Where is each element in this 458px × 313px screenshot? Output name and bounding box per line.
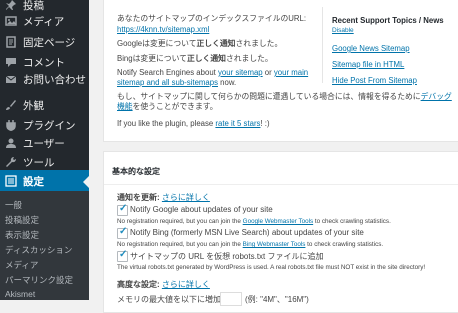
menu-label: ツール: [23, 156, 55, 169]
rate-plugin-text: If you like the plugin, please rate it 5…: [117, 119, 270, 128]
menu-item-pages[interactable]: 固定ページ: [0, 31, 89, 53]
support-topics-box: Recent Support Topics / News Disable Goo…: [322, 7, 458, 85]
submenu-item-general[interactable]: 一般: [5, 199, 22, 211]
settings-icon: [4, 174, 18, 188]
submenu-item-media[interactable]: メディア: [5, 259, 38, 271]
sitemap-url-link[interactable]: https://4knn.tv/sitemap.xml: [117, 25, 209, 34]
menu-label: 外観: [23, 99, 44, 112]
menu-label: メディア: [23, 15, 65, 28]
topic-link[interactable]: Sitemap file in HTML: [332, 60, 404, 69]
notify-bing-label: Notify Bing (formerly MSN Live Search) a…: [130, 228, 364, 237]
update-notify-label: 通知を更新: さらに詳しく: [117, 193, 210, 202]
notify-google-note: No registration required, but you can jo…: [117, 218, 391, 225]
topic-link[interactable]: Google News Sitemap: [332, 44, 410, 53]
memory-limit-input[interactable]: [220, 292, 242, 306]
google-webmaster-tools-link[interactable]: Google Webmaster Tools: [243, 218, 313, 225]
google-notified-text: Googleは変更について正しく通知されました。: [117, 39, 283, 48]
menu-item-settings[interactable]: 設定: [0, 170, 89, 192]
menu-label: ユーザー: [23, 137, 65, 150]
notify-google-label: Notify Google about updates of your site: [130, 205, 273, 214]
menu-item-contact[interactable]: お問い合わせ: [0, 68, 89, 90]
check-icon: ✓: [119, 226, 128, 237]
menu-item-appearance[interactable]: 外観: [0, 94, 89, 116]
page-icon: [4, 35, 18, 49]
robots-txt-label: サイトマップの URL を仮想 robots.txt ファイルに追加: [130, 252, 324, 261]
admin-sidebar: 投稿 メディア 固定ページ コメント お問い合わせ 外観 プラグイン ユーザー …: [0, 0, 89, 300]
plugin-icon: [4, 118, 18, 132]
submenu-item-discussion[interactable]: ディスカッション: [5, 244, 72, 256]
user-icon: [4, 136, 18, 150]
submenu-item-akismet[interactable]: Akismet: [5, 289, 35, 299]
bing-notified-text: Bingは変更について正しく通知されました。: [117, 54, 273, 63]
notify-bing-checkbox[interactable]: ✓: [117, 226, 128, 239]
advanced-settings-label: 高度な設定: さらに詳しく: [117, 280, 210, 289]
topic-link[interactable]: Hide Post From Sitemap: [332, 76, 417, 85]
mail-icon: [4, 72, 18, 86]
menu-label: 設定: [23, 175, 44, 188]
menu-label: お問い合わせ: [23, 73, 86, 86]
rate-link[interactable]: rate it 5 stars: [215, 119, 260, 128]
bing-webmaster-tools-link[interactable]: Bing Webmaster Tools: [243, 241, 306, 248]
divider: [104, 184, 458, 185]
current-menu-arrow: [83, 176, 89, 188]
check-icon: ✓: [119, 203, 128, 214]
robots-txt-checkbox[interactable]: ✓: [117, 249, 128, 262]
menu-label: プラグイン: [23, 119, 76, 132]
menu-item-media[interactable]: メディア: [0, 10, 89, 32]
debug-help-text: もし、サイトマップに関して何らかの問題に遭遇している場合には、情報を得るためにデ…: [117, 92, 452, 111]
submenu-item-reading[interactable]: 表示設定: [5, 229, 39, 241]
settings-submenu: 一般 投稿設定 表示設定 ディスカッション メディア パーマリンク設定 Akis…: [0, 191, 89, 300]
sitemap-intro: あなたのサイトマップのインデックスファイルのURL:: [117, 14, 307, 23]
submenu-item-writing[interactable]: 投稿設定: [5, 214, 39, 226]
section-title: 基本的な設定: [112, 167, 160, 176]
advanced-learn-more-link[interactable]: さらに詳しく: [162, 280, 210, 289]
disable-link[interactable]: Disable: [332, 27, 354, 34]
check-icon: ✓: [119, 249, 128, 260]
basic-settings-panel: 基本的な設定 通知を更新: さらに詳しく ✓ Notify Google abo…: [103, 151, 458, 313]
support-topics-heading: Recent Support Topics / News: [332, 16, 444, 25]
media-icon: [4, 14, 18, 28]
brush-icon: [4, 98, 18, 112]
notify-google-checkbox[interactable]: ✓: [117, 203, 128, 216]
comment-icon: [4, 55, 18, 69]
notify-bing-note: No registration required, but you can jo…: [117, 241, 384, 248]
notify-search-engines-text: Notify Search Engines about your sitemap…: [117, 68, 309, 87]
wrench-icon: [4, 155, 18, 169]
menu-label: 固定ページ: [23, 36, 76, 49]
your-sitemap-link[interactable]: your sitemap: [218, 68, 263, 77]
update-learn-more-link[interactable]: さらに詳しく: [162, 193, 210, 202]
submenu-item-permalinks[interactable]: パーマリンク設定: [5, 274, 73, 286]
sitemap-status-panel: あなたのサイトマップのインデックスファイルのURL: https://4knn.…: [103, 0, 458, 142]
robots-txt-note: The virtual robots.txt generated by Word…: [117, 264, 426, 271]
